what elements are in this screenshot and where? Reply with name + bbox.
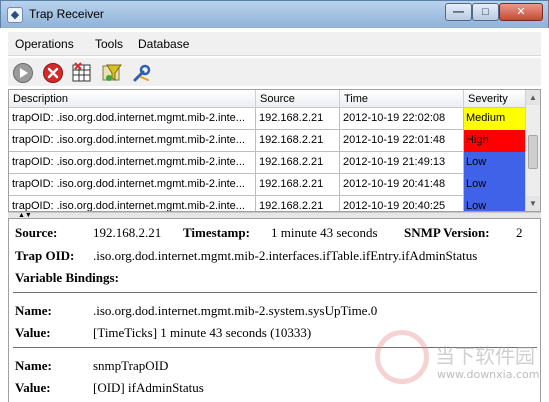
binding-value-label: Value: xyxy=(15,380,51,395)
binding-name-label: Name: xyxy=(15,358,52,373)
cell-source: 192.168.2.21 xyxy=(256,130,340,152)
binding-name-value: .iso.org.dod.internet.mgmt.mib-2.system.… xyxy=(93,303,378,318)
table-scrollbar[interactable]: ▲ ▼ xyxy=(525,90,540,211)
trap-oid-value: .iso.org.dod.internet.mgmt.mib-2.interfa… xyxy=(93,248,478,263)
column-source[interactable]: Source xyxy=(256,90,340,108)
cell-time: 2012-10-19 20:41:48 xyxy=(340,174,464,196)
watermark-logo-icon xyxy=(375,330,429,384)
table-row[interactable]: trapOID: .iso.org.dod.internet.mgmt.mib-… xyxy=(9,130,526,152)
toolbar xyxy=(8,58,541,86)
cell-source: 192.168.2.21 xyxy=(256,174,340,196)
maximize-button[interactable]: □ xyxy=(472,3,499,21)
cell-source: 192.168.2.21 xyxy=(256,196,340,211)
cell-time: 2012-10-19 20:40:25 xyxy=(340,196,464,211)
cell-source: 192.168.2.21 xyxy=(256,152,340,174)
cell-severity: Low xyxy=(464,174,526,196)
source-label: Source: xyxy=(15,225,58,240)
source-value: 192.168.2.21 xyxy=(93,225,162,240)
column-description[interactable]: Description xyxy=(9,90,256,108)
play-icon[interactable] xyxy=(12,62,34,84)
table-header: Description Source Time Severity xyxy=(9,90,526,108)
cell-severity: Medium xyxy=(464,108,526,130)
stop-icon[interactable] xyxy=(42,62,64,84)
cell-time: 2012-10-19 22:01:48 xyxy=(340,130,464,152)
trap-oid-label: Trap OID: xyxy=(15,248,75,263)
menu-operations[interactable]: Operations xyxy=(15,37,74,51)
cell-time: 2012-10-19 22:02:08 xyxy=(340,108,464,130)
close-button[interactable]: ✕ xyxy=(499,3,543,21)
window-title: Trap Receiver xyxy=(29,7,104,21)
table-row[interactable]: trapOID: .iso.org.dod.internet.mgmt.mib-… xyxy=(9,108,526,130)
cell-severity: Low xyxy=(464,152,526,174)
column-time[interactable]: Time xyxy=(340,90,464,108)
watermark: 当下软件园 www.downxia.com xyxy=(375,322,545,398)
menu-database[interactable]: Database xyxy=(138,37,189,51)
cell-description: trapOID: .iso.org.dod.internet.mgmt.mib-… xyxy=(9,152,256,174)
scroll-down-icon[interactable]: ▼ xyxy=(526,196,540,211)
timestamp-label: Timestamp: xyxy=(183,225,250,240)
cell-description: trapOID: .iso.org.dod.internet.mgmt.mib-… xyxy=(9,174,256,196)
cell-severity: Low xyxy=(464,196,526,211)
watermark-text: 当下软件园 xyxy=(435,344,535,368)
minimize-button[interactable]: — xyxy=(445,3,472,21)
timestamp-value: 1 minute 43 seconds xyxy=(271,225,378,240)
column-severity[interactable]: Severity xyxy=(464,90,526,108)
filter-icon[interactable] xyxy=(101,62,123,84)
snmp-version-value: 2 xyxy=(516,225,523,240)
trap-table: Description Source Time Severity trapOID… xyxy=(8,89,541,212)
table-row[interactable]: trapOID: .iso.org.dod.internet.mgmt.mib-… xyxy=(9,152,526,174)
scroll-up-icon[interactable]: ▲ xyxy=(526,90,540,105)
window-titlebar: ◆ Trap Receiver — □ ✕ xyxy=(0,0,549,28)
watermark-url: www.downxia.com xyxy=(437,368,540,381)
scroll-thumb[interactable] xyxy=(528,135,538,169)
cell-time: 2012-10-19 21:49:13 xyxy=(340,152,464,174)
variable-bindings-label: Variable Bindings: xyxy=(15,270,119,285)
menu-bar: Operations Tools Database xyxy=(8,32,541,56)
binding-name-value: snmpTrapOID xyxy=(93,358,169,373)
binding-value-label: Value: xyxy=(15,325,51,340)
wrench-icon[interactable] xyxy=(131,62,153,84)
table-row[interactable]: trapOID: .iso.org.dod.internet.mgmt.mib-… xyxy=(9,174,526,196)
menu-tools[interactable]: Tools xyxy=(95,37,123,51)
cell-description: trapOID: .iso.org.dod.internet.mgmt.mib-… xyxy=(9,108,256,130)
cell-severity: High xyxy=(464,130,526,152)
binding-name-label: Name: xyxy=(15,303,52,318)
app-icon: ◆ xyxy=(7,7,23,23)
divider xyxy=(13,292,537,293)
cell-source: 192.168.2.21 xyxy=(256,108,340,130)
binding-value: [TimeTicks] 1 minute 43 seconds (10333) xyxy=(93,325,312,340)
grid-icon[interactable] xyxy=(71,62,93,84)
binding-value: [OID] ifAdminStatus xyxy=(93,380,204,395)
table-body: trapOID: .iso.org.dod.internet.mgmt.mib-… xyxy=(9,108,526,211)
snmp-version-label: SNMP Version: xyxy=(404,225,490,240)
cell-description: trapOID: .iso.org.dod.internet.mgmt.mib-… xyxy=(9,196,256,211)
cell-description: trapOID: .iso.org.dod.internet.mgmt.mib-… xyxy=(9,130,256,152)
table-row[interactable]: trapOID: .iso.org.dod.internet.mgmt.mib-… xyxy=(9,196,526,211)
